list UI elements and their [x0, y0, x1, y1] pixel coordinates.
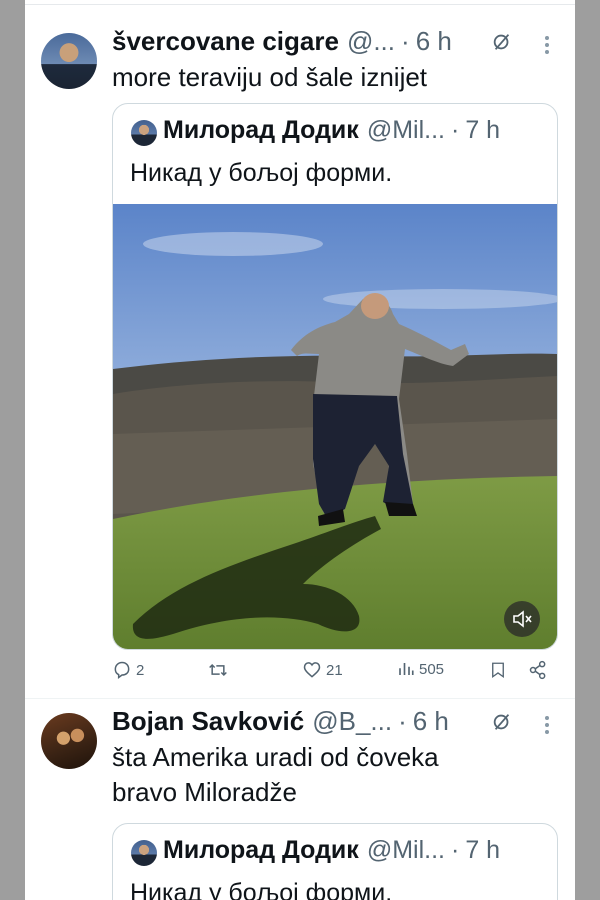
author-handle[interactable]: @B_... — [312, 706, 392, 737]
timestamp: 7 h — [465, 836, 501, 864]
views-icon — [399, 663, 414, 675]
divider — [25, 4, 575, 5]
separator: · — [450, 116, 460, 144]
share-button[interactable] — [528, 660, 548, 680]
author-handle[interactable]: @... — [347, 26, 395, 57]
bookmark-icon — [492, 662, 504, 679]
author-name: Милорад Додик — [163, 116, 359, 144]
tweet-text: šta Amerika uradi od čoveka bravo Milora… — [112, 740, 552, 810]
quoted-tweet-text: Никад у бољој форми. — [130, 879, 393, 900]
tweet-text: more teraviju od šale iznijet — [112, 62, 428, 92]
quoted-tweet[interactable]: Милорад Додик @Mil... · 7 h Никад у бољо… — [112, 823, 558, 900]
author-handle: @Mil... — [366, 116, 445, 144]
mute-icon — [513, 610, 532, 628]
avatar — [131, 120, 157, 146]
author-name: Милорад Додик — [163, 836, 359, 864]
quoted-tweet[interactable]: Милорад Додик @Mil... · 7 h Никад у бољо… — [112, 103, 558, 650]
more-icon[interactable] — [545, 716, 549, 734]
quoted-tweet-text: Никад у бољој форми. — [130, 159, 393, 187]
timestamp: 7 h — [465, 116, 501, 144]
tweet-actions: 2 21 505 — [112, 660, 562, 690]
avatar — [131, 840, 157, 866]
divider — [25, 698, 575, 699]
separator: · — [450, 836, 460, 864]
separator: · — [398, 706, 407, 736]
mute-button[interactable] — [504, 601, 540, 637]
bookmark-button[interactable] — [489, 660, 507, 680]
share-icon — [529, 660, 546, 680]
like-count: 21 — [326, 661, 343, 679]
like-icon — [303, 662, 321, 678]
reply-icon — [114, 661, 130, 679]
grok-icon[interactable] — [491, 31, 513, 53]
quoted-tweet-header: Милорад Додик @Mil... · 7 h — [163, 116, 500, 145]
author-handle: @Mil... — [366, 836, 445, 864]
tweet-text-line: bravo Miloradže — [112, 777, 297, 807]
separator: · — [401, 26, 410, 56]
timestamp[interactable]: 6 h — [416, 26, 452, 57]
video-frame — [113, 204, 557, 649]
quoted-tweet-header: Милорад Додик @Mil... · 7 h — [163, 836, 500, 865]
author-name[interactable]: švercovane cigare — [112, 26, 339, 57]
timeline: švercovane cigare @... · 6 h more teravi… — [25, 0, 575, 900]
grok-icon[interactable] — [491, 711, 513, 733]
view-count: 505 — [419, 660, 445, 678]
tweet-header: Bojan Savković @B_... · 6 h — [112, 706, 449, 737]
video-player[interactable] — [113, 204, 557, 649]
tweet-text-line: šta Amerika uradi od čoveka — [112, 742, 439, 772]
reply-count: 2 — [136, 661, 145, 679]
avatar[interactable] — [41, 713, 97, 769]
author-name[interactable]: Bojan Savković — [112, 706, 304, 737]
like-button[interactable]: 21 — [302, 660, 343, 680]
tweet-header: švercovane cigare @... · 6 h — [112, 26, 452, 57]
timestamp[interactable]: 6 h — [413, 706, 449, 737]
retweet-button[interactable] — [207, 660, 233, 680]
retweet-icon — [209, 663, 227, 677]
reply-button[interactable]: 2 — [112, 660, 144, 680]
more-icon[interactable] — [545, 36, 549, 54]
views-button[interactable]: 505 — [397, 660, 444, 678]
avatar[interactable] — [41, 33, 97, 89]
